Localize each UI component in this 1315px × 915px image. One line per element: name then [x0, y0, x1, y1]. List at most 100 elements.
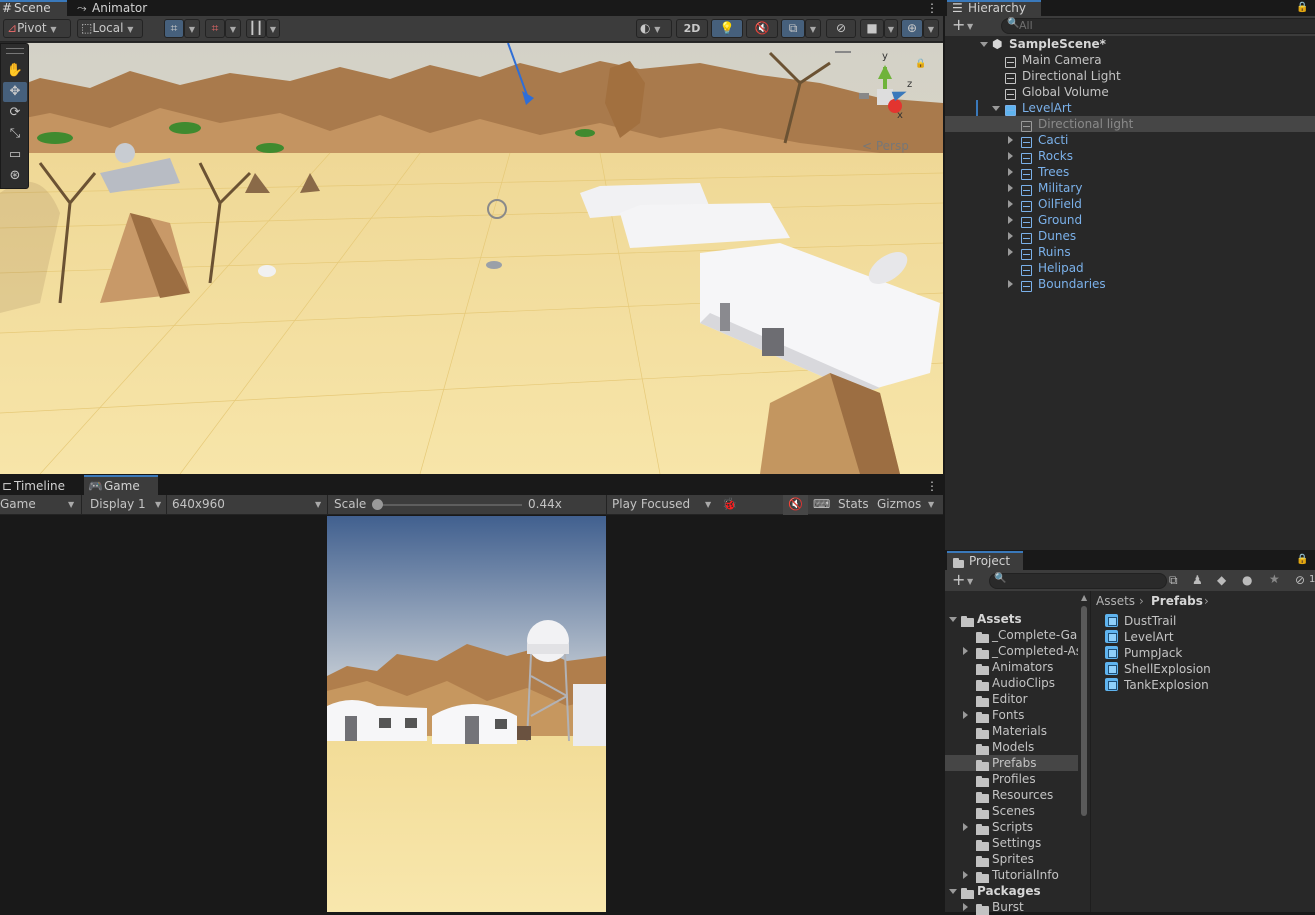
- folder-tree-item[interactable]: Resources: [945, 787, 1078, 803]
- hierarchy-scene-row[interactable]: ⬢ SampleScene*: [945, 36, 1315, 52]
- asset-item[interactable]: TankExplosion: [1105, 677, 1305, 693]
- hierarchy-item[interactable]: Dunes: [945, 228, 1315, 244]
- folder-tree-item[interactable]: Sprites: [945, 851, 1078, 867]
- gizmos-dropdown[interactable]: ▼: [923, 19, 939, 38]
- chevron-down-icon[interactable]: ▼: [967, 577, 973, 586]
- folder-tree-item[interactable]: Fonts: [945, 707, 1078, 723]
- folder-tree-item[interactable]: Profiles: [945, 771, 1078, 787]
- hierarchy-item[interactable]: Global Volume: [945, 84, 1315, 100]
- asset-item[interactable]: DustTrail: [1105, 613, 1305, 629]
- collapse-arrow-icon[interactable]: [963, 647, 968, 655]
- hierarchy-item[interactable]: Trees: [945, 164, 1315, 180]
- folder-tree-item[interactable]: Models: [945, 739, 1078, 755]
- hierarchy-item[interactable]: Directional light: [945, 116, 1315, 132]
- search-by-type-icon[interactable]: ⧉: [1169, 573, 1178, 588]
- favorite-star-icon[interactable]: ★: [1269, 572, 1280, 586]
- hierarchy-item[interactable]: Cacti: [945, 132, 1315, 148]
- toggle-2d-button[interactable]: 2D: [676, 19, 708, 38]
- collapse-arrow-icon[interactable]: [1008, 280, 1013, 288]
- game-viewport[interactable]: [327, 516, 606, 912]
- asset-item[interactable]: ShellExplosion: [1105, 661, 1305, 677]
- align-dropdown[interactable]: ▼: [266, 19, 280, 38]
- folder-tree-item[interactable]: AudioClips: [945, 675, 1078, 691]
- play-mode-dropdown[interactable]: Play Focused ▼: [606, 495, 718, 515]
- keyboard-icon[interactable]: ⌨: [813, 497, 830, 511]
- stats-button[interactable]: Stats: [838, 497, 869, 511]
- scale-slider-track[interactable]: [377, 504, 522, 506]
- hierarchy-item[interactable]: Directional Light: [945, 68, 1315, 84]
- collapse-arrow-icon[interactable]: [1008, 136, 1013, 144]
- chevron-down-icon[interactable]: ▼: [928, 500, 934, 509]
- chevron-down-icon[interactable]: ▼: [967, 22, 973, 31]
- breadcrumb-prefabs[interactable]: Prefabs: [1151, 594, 1203, 608]
- folder-tree-scrollbar[interactable]: [1081, 606, 1087, 816]
- hierarchy-item[interactable]: Rocks: [945, 148, 1315, 164]
- scene-more-icon[interactable]: ⋮: [926, 0, 938, 16]
- filter-icon[interactable]: ♟: [1192, 573, 1203, 587]
- move-tool-icon[interactable]: ✥: [3, 82, 27, 102]
- visibility-toggle-button[interactable]: ⊘: [826, 19, 856, 38]
- camera-settings-button[interactable]: ■: [860, 19, 884, 38]
- scene-viewport[interactable]: y x z 🔒 < Persp ✋ ✥ ⟳ ⤡ ▭ ⊛: [0, 43, 943, 474]
- hierarchy-item[interactable]: Ruins: [945, 244, 1315, 260]
- hierarchy-item[interactable]: Helipad: [945, 260, 1315, 276]
- asset-item[interactable]: PumpJack: [1105, 645, 1305, 661]
- gizmos-button[interactable]: ⊕: [901, 19, 923, 38]
- asset-item[interactable]: LevelArt: [1105, 629, 1305, 645]
- effects-dropdown[interactable]: ▼: [805, 19, 821, 38]
- folder-tree-item[interactable]: Materials: [945, 723, 1078, 739]
- hidden-packages-icon[interactable]: ⊘: [1295, 573, 1305, 587]
- tab-animator[interactable]: Animator: [92, 0, 147, 16]
- effects-toggle-button[interactable]: ⧉: [781, 19, 805, 38]
- label-icon[interactable]: ◆: [1217, 573, 1226, 587]
- collapse-arrow-icon[interactable]: [963, 823, 968, 831]
- collapse-arrow-icon[interactable]: [1008, 200, 1013, 208]
- grid-snap-button[interactable]: ⌗: [164, 19, 184, 38]
- collapse-arrow-icon[interactable]: [1008, 152, 1013, 160]
- lock-icon[interactable]: 🔒: [1296, 554, 1308, 565]
- projection-label[interactable]: < Persp: [862, 139, 909, 153]
- expand-arrow-icon[interactable]: [949, 889, 957, 894]
- local-dropdown[interactable]: ⬚Local ▼: [77, 19, 143, 38]
- overlay-drag-handle[interactable]: [6, 48, 24, 54]
- warning-icon[interactable]: ●: [1242, 573, 1252, 587]
- breadcrumb-assets[interactable]: Assets: [1096, 594, 1135, 608]
- collapse-arrow-icon[interactable]: [1008, 248, 1013, 256]
- project-search-input[interactable]: 🔍: [989, 573, 1167, 589]
- rotate-tool-icon[interactable]: ⟳: [3, 103, 27, 123]
- rect-tool-icon[interactable]: ▭: [3, 145, 27, 165]
- display-dropdown[interactable]: Display 1 ▼: [83, 495, 167, 515]
- hierarchy-item[interactable]: LevelArt: [945, 100, 1315, 116]
- pivot-dropdown[interactable]: ⊿Pivot ▼: [3, 19, 71, 38]
- bug-icon[interactable]: 🐞: [722, 497, 737, 511]
- expand-arrow-icon[interactable]: [992, 106, 1000, 111]
- folder-tree-item[interactable]: Settings: [945, 835, 1078, 851]
- collapse-arrow-icon[interactable]: [1008, 168, 1013, 176]
- mute-audio-button[interactable]: 🔇: [783, 495, 808, 515]
- game-more-icon[interactable]: ⋮: [926, 478, 938, 494]
- collapse-arrow-icon[interactable]: [1008, 184, 1013, 192]
- increment-snap-dropdown[interactable]: ▼: [225, 19, 241, 38]
- create-add-icon[interactable]: +: [952, 15, 965, 34]
- pane-splitter[interactable]: [1090, 591, 1091, 912]
- camera-settings-dropdown[interactable]: ▼: [884, 19, 898, 38]
- folder-tree-item[interactable]: TutorialInfo: [945, 867, 1078, 883]
- hand-tool-icon[interactable]: ✋: [3, 61, 27, 81]
- folder-tree-item[interactable]: _Complete-Gar: [945, 627, 1078, 643]
- orientation-gizmo[interactable]: y x z 🔒: [855, 51, 926, 125]
- create-add-icon[interactable]: +: [952, 570, 965, 589]
- expand-arrow-icon[interactable]: [949, 617, 957, 622]
- draw-mode-dropdown[interactable]: ◐ ▼: [636, 19, 672, 38]
- folder-tree-item[interactable]: Scripts: [945, 819, 1078, 835]
- folder-tree-item[interactable]: Editor: [945, 691, 1078, 707]
- lock-icon[interactable]: 🔒: [1296, 0, 1308, 16]
- audio-toggle-button[interactable]: 🔇: [746, 19, 778, 38]
- collapse-arrow-icon[interactable]: [1008, 216, 1013, 224]
- hierarchy-item[interactable]: Boundaries: [945, 276, 1315, 292]
- game-mode-dropdown[interactable]: Game ▼: [0, 495, 82, 515]
- hierarchy-item[interactable]: Military: [945, 180, 1315, 196]
- gizmos-toggle-button[interactable]: Gizmos: [877, 497, 921, 511]
- hierarchy-item[interactable]: Ground: [945, 212, 1315, 228]
- collapse-arrow-icon[interactable]: [963, 711, 968, 719]
- folder-tree-item[interactable]: Animators: [945, 659, 1078, 675]
